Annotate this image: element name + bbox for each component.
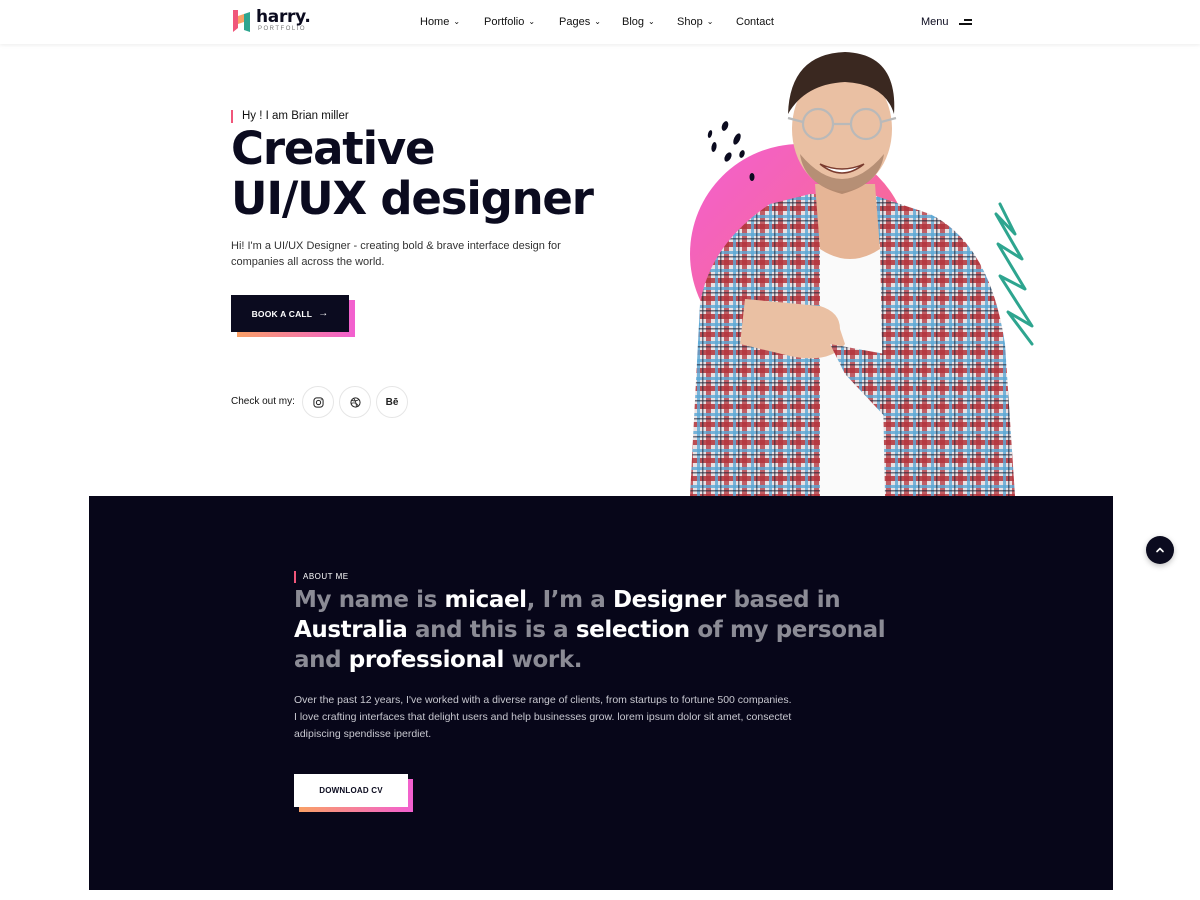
- nav-item-pages[interactable]: Pages ⌄: [559, 16, 622, 28]
- chevron-down-icon: ⌄: [706, 16, 714, 26]
- about-title-highlight: micael: [444, 587, 527, 613]
- about-tag: ABOUT ME: [294, 571, 349, 583]
- button-label: BOOK A CALL: [251, 308, 313, 319]
- instagram-icon: [312, 396, 324, 408]
- nav-label: Pages: [559, 16, 591, 28]
- about-title: My name is micael, I’m a Designer based …: [294, 585, 934, 675]
- hero-title: Creative UI/UX designer: [231, 122, 594, 225]
- brand-subtitle: PORTFOLIO: [258, 26, 307, 32]
- book-a-call-button[interactable]: BOOK A CALL →: [231, 295, 355, 337]
- arrow-right-icon: →: [318, 308, 329, 319]
- download-cv-button[interactable]: DOWNLOAD CV: [294, 774, 413, 812]
- instagram-link[interactable]: [302, 386, 334, 418]
- behance-icon: Bē: [385, 396, 399, 408]
- about-title-highlight: selection: [575, 617, 690, 643]
- hero-description: Hi! I'm a UI/UX Designer - creating bold…: [231, 240, 561, 268]
- chevron-down-icon: ⌄: [594, 16, 601, 26]
- chevron-down-icon: ⌄: [648, 16, 655, 26]
- behance-link[interactable]: Bē: [376, 386, 408, 418]
- button-label: DOWNLOAD CV: [319, 786, 383, 795]
- main-nav: Home ⌄ Portfolio ⌄ Pages ⌄ Blog ⌄ Shop ⌄ Cont…: [420, 0, 774, 44]
- dribbble-icon: [349, 396, 361, 408]
- brand-logo[interactable]: harry. PORTFOLIO: [231, 8, 311, 36]
- nav-item-contact[interactable]: Contact: [736, 16, 774, 28]
- menu-label: Menu: [921, 16, 949, 28]
- dribbble-link[interactable]: [339, 386, 371, 418]
- nav-item-portfolio[interactable]: Portfolio ⌄: [484, 16, 559, 28]
- menu-button[interactable]: Menu: [921, 0, 972, 44]
- nav-label: Blog: [622, 16, 645, 28]
- nav-label: Home: [420, 16, 450, 28]
- chevron-up-icon: [1156, 547, 1164, 553]
- about-title-part: My name is: [294, 587, 445, 613]
- nav-label: Contact: [736, 16, 774, 28]
- logo-text: harry. PORTFOLIO: [256, 8, 311, 33]
- chevron-down-icon: ⌄: [528, 16, 536, 26]
- about-title-part: and this is a: [407, 617, 576, 643]
- about-title-part: work.: [504, 647, 583, 673]
- logo-mark-icon: [231, 8, 253, 34]
- about-section: ABOUT ME My name is micael, I’m a Design…: [89, 496, 1113, 890]
- hamburger-icon: [958, 18, 972, 26]
- about-title-highlight: Designer: [612, 587, 726, 613]
- chevron-down-icon: ⌄: [453, 16, 461, 26]
- about-title-part: , I’m a: [526, 587, 613, 613]
- portrait-illustration: [690, 52, 1034, 496]
- button-face: BOOK A CALL →: [231, 295, 349, 332]
- nav-item-shop[interactable]: Shop ⌄: [677, 16, 736, 28]
- about-title-highlight: Australia: [294, 617, 408, 643]
- nav-label: Shop: [677, 16, 703, 28]
- nav-item-blog[interactable]: Blog ⌄: [622, 16, 677, 28]
- hero-title-line-1: Creative: [231, 122, 435, 175]
- hero-title-line-2: UI/UX designer: [231, 172, 594, 225]
- brand-name: harry.: [256, 7, 311, 27]
- nav-label: Portfolio: [484, 16, 525, 28]
- about-title-highlight: professional: [348, 647, 505, 673]
- site-header: harry. PORTFOLIO Home ⌄ Portfolio ⌄ Pages ⌄…: [0, 0, 1200, 44]
- nav-item-home[interactable]: Home ⌄: [420, 16, 484, 28]
- hero-portrait: [670, 44, 1050, 496]
- about-title-part: based in: [725, 587, 841, 613]
- button-face: DOWNLOAD CV: [294, 774, 408, 807]
- social-label: Check out my:: [231, 396, 295, 407]
- about-description: Over the past 12 years, I've worked with…: [294, 694, 792, 740]
- scroll-to-top-button[interactable]: [1146, 536, 1174, 564]
